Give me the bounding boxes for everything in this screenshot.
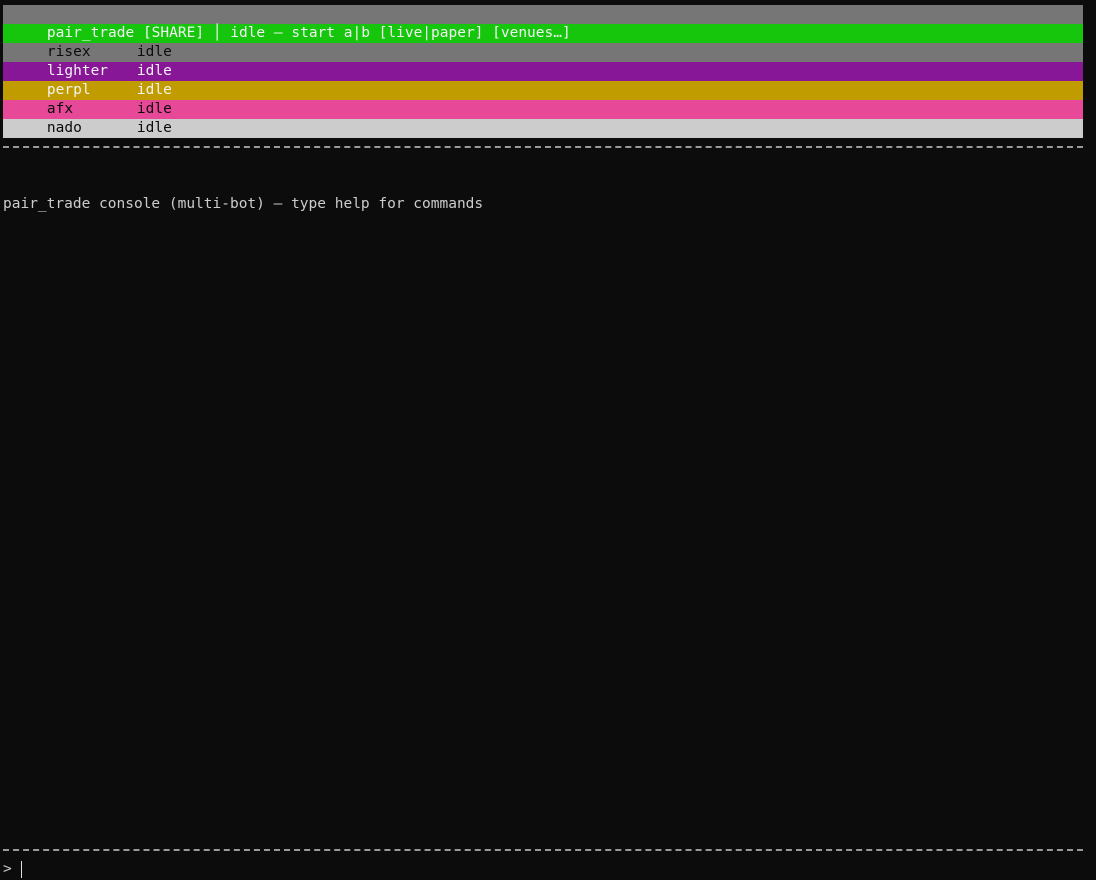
venue-name: nado bbox=[46, 120, 82, 136]
venue-name: risex bbox=[46, 44, 91, 60]
text-cursor bbox=[21, 861, 22, 878]
venue-status: idle bbox=[136, 101, 172, 117]
console-output: pair_trade console (multi-bot) – type he… bbox=[3, 157, 1083, 233]
separator-top bbox=[3, 146, 1083, 148]
venue-name: perpl bbox=[46, 82, 91, 98]
venue-status: idle bbox=[136, 44, 172, 60]
command-prompt: > bbox=[3, 859, 1083, 879]
venue-status: idle bbox=[136, 120, 172, 136]
header-status-bar: pair_trade [SHARE] │ idle – start a|b [l… bbox=[3, 5, 1083, 41]
venue-status: idle bbox=[136, 63, 172, 79]
header-text: pair_trade [SHARE] │ idle – start a|b [l… bbox=[46, 25, 571, 41]
separator-bottom bbox=[3, 849, 1083, 851]
venue-name: afx bbox=[46, 101, 74, 117]
venue-name: lighter bbox=[46, 63, 109, 79]
console-line: pair_trade console (multi-bot) – type he… bbox=[3, 196, 484, 212]
prompt-symbol: > bbox=[3, 861, 12, 877]
status-panel: pair_trade [SHARE] │ idle – start a|b [l… bbox=[3, 5, 1083, 155]
venue-status: idle bbox=[136, 82, 172, 98]
command-input[interactable] bbox=[11, 859, 1083, 879]
